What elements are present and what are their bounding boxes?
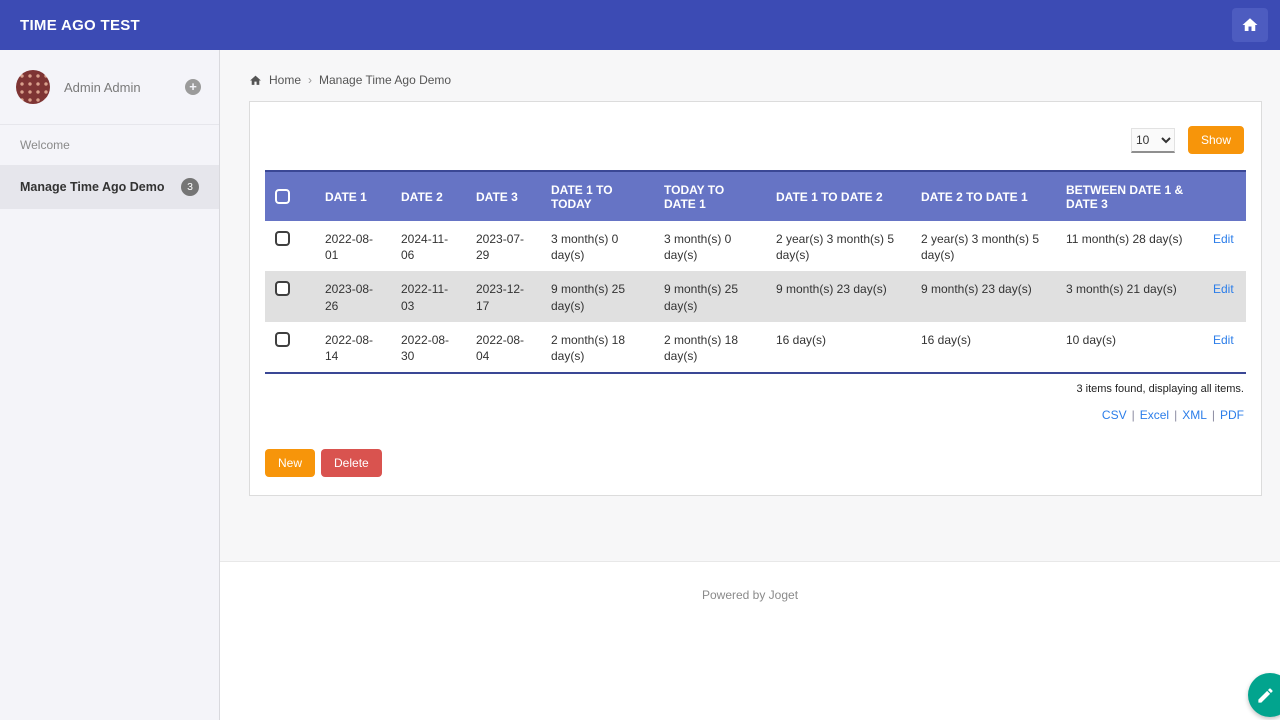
export-separator: | [1174, 408, 1177, 422]
count-badge: 3 [181, 178, 199, 196]
table-row: 2022-08-142022-08-302022-08-042 month(s)… [265, 322, 1246, 373]
row-checkbox[interactable] [275, 332, 290, 347]
cell: 2 month(s) 18 day(s) [541, 322, 654, 373]
column-header[interactable]: DATE 2 TO DATE 1 [911, 171, 1056, 221]
cell: 10 day(s) [1056, 322, 1203, 373]
cell: 9 month(s) 23 day(s) [911, 271, 1056, 321]
cell: 2022-11-03 [391, 271, 466, 321]
sidebar-item-manage-time-ago-demo[interactable]: Manage Time Ago Demo 3 [0, 165, 219, 209]
powered-by-text: Powered by Joget [702, 588, 798, 602]
content-area: Home › Manage Time Ago Demo 10 Show [220, 50, 1280, 561]
cell: 3 month(s) 0 day(s) [541, 221, 654, 271]
main-area: Home › Manage Time Ago Demo 10 Show [220, 50, 1280, 720]
delete-button[interactable]: Delete [321, 449, 382, 477]
select-all-checkbox[interactable] [275, 189, 290, 204]
cell: 2 year(s) 3 month(s) 5 day(s) [911, 221, 1056, 271]
cell: 2022-08-04 [466, 322, 541, 373]
cell: 2023-07-29 [466, 221, 541, 271]
export-xml-link[interactable]: XML [1182, 408, 1207, 422]
expand-plus-icon[interactable]: + [185, 79, 201, 95]
edit-link[interactable]: Edit [1213, 232, 1234, 246]
column-header[interactable]: DATE 1 [315, 171, 391, 221]
column-header[interactable]: TODAY TO DATE 1 [654, 171, 766, 221]
cell: 2023-12-17 [466, 271, 541, 321]
edit-link[interactable]: Edit [1213, 282, 1234, 296]
user-name: Admin Admin [64, 80, 185, 95]
page-footer: Powered by Joget [220, 561, 1280, 720]
cell: 16 day(s) [766, 322, 911, 373]
sidebar-item-label: Welcome [20, 138, 70, 152]
breadcrumb: Home › Manage Time Ago Demo [220, 50, 1280, 87]
action-column-header [1203, 171, 1246, 221]
cell: 9 month(s) 25 day(s) [541, 271, 654, 321]
new-button[interactable]: New [265, 449, 315, 477]
page-size-select[interactable]: 10 [1131, 128, 1175, 153]
export-excel-link[interactable]: Excel [1140, 408, 1169, 422]
breadcrumb-home-icon [249, 74, 262, 87]
action-buttons: New Delete [265, 449, 1246, 477]
row-checkbox[interactable] [275, 231, 290, 246]
app-title: TIME AGO TEST [20, 17, 140, 34]
cell: 3 month(s) 21 day(s) [1056, 271, 1203, 321]
cell: 2022-08-14 [315, 322, 391, 373]
home-button[interactable] [1232, 8, 1268, 42]
export-pdf-link[interactable]: PDF [1220, 408, 1244, 422]
cell: 2 year(s) 3 month(s) 5 day(s) [766, 221, 911, 271]
cell: 2023-08-26 [315, 271, 391, 321]
profile-section: Admin Admin + [0, 50, 219, 125]
cell: 2022-08-01 [315, 221, 391, 271]
table-header-row: DATE 1DATE 2DATE 3DATE 1 TO TODAYTODAY T… [265, 171, 1246, 221]
edit-link[interactable]: Edit [1213, 333, 1234, 347]
show-button[interactable]: Show [1188, 126, 1244, 154]
list-info: 3 items found, displaying all items. [265, 383, 1246, 395]
export-separator: | [1132, 408, 1135, 422]
cell: 11 month(s) 28 day(s) [1056, 221, 1203, 271]
pencil-icon [1256, 686, 1275, 705]
sidebar-item-label: Manage Time Ago Demo [20, 180, 164, 194]
sidebar-item-welcome[interactable]: Welcome [0, 125, 219, 165]
top-bar: TIME AGO TEST [0, 0, 1280, 50]
cell: 2024-11-06 [391, 221, 466, 271]
cell: 3 month(s) 0 day(s) [654, 221, 766, 271]
breadcrumb-separator: › [308, 73, 312, 87]
cell: 2 month(s) 18 day(s) [654, 322, 766, 373]
breadcrumb-current: Manage Time Ago Demo [319, 73, 451, 87]
datalist-panel: 10 Show DATE 1DATE 2DATE 3DATE 1 TO TODA… [249, 101, 1262, 496]
column-header[interactable]: DATE 1 TO DATE 2 [766, 171, 911, 221]
avatar[interactable] [16, 70, 50, 104]
table-row: 2023-08-262022-11-032023-12-179 month(s)… [265, 271, 1246, 321]
breadcrumb-home-link[interactable]: Home [269, 73, 301, 87]
data-table: DATE 1DATE 2DATE 3DATE 1 TO TODAYTODAY T… [265, 170, 1246, 374]
row-checkbox[interactable] [275, 281, 290, 296]
list-toolbar: 10 Show [265, 126, 1244, 154]
column-header[interactable]: DATE 1 TO TODAY [541, 171, 654, 221]
sidebar-menu: Welcome Manage Time Ago Demo 3 [0, 125, 219, 209]
sidebar: Admin Admin + Welcome Manage Time Ago Dem… [0, 50, 220, 720]
export-separator: | [1212, 408, 1215, 422]
table-row: 2022-08-012024-11-062023-07-293 month(s)… [265, 221, 1246, 271]
column-header[interactable]: DATE 2 [391, 171, 466, 221]
column-header[interactable]: DATE 3 [466, 171, 541, 221]
cell: 2022-08-30 [391, 322, 466, 373]
cell: 9 month(s) 23 day(s) [766, 271, 911, 321]
export-csv-link[interactable]: CSV [1102, 408, 1127, 422]
cell: 9 month(s) 25 day(s) [654, 271, 766, 321]
export-links: CSV | Excel | XML | PDF [265, 408, 1246, 422]
column-header[interactable]: BETWEEN DATE 1 & DATE 3 [1056, 171, 1203, 221]
cell: 16 day(s) [911, 322, 1056, 373]
home-icon [1241, 16, 1259, 34]
select-all-header [265, 171, 315, 221]
